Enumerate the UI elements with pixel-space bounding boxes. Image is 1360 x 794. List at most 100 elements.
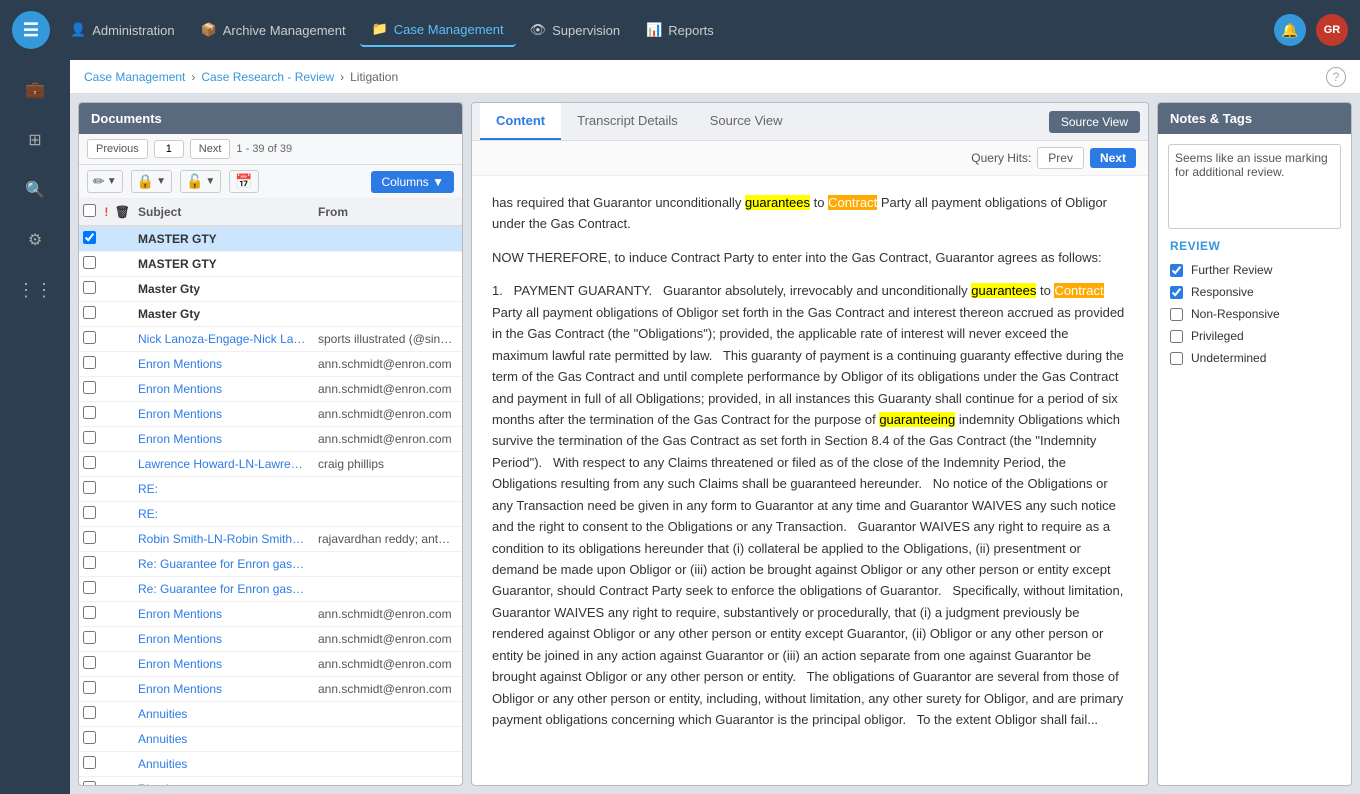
source-view-button[interactable]: Source View [1049, 111, 1140, 133]
page-input[interactable] [154, 140, 184, 158]
table-row[interactable]: Enron Mentions ann.schmidt@enron.com [79, 627, 462, 652]
calendar-icon[interactable]: 📅 [229, 170, 258, 193]
table-row[interactable]: RE: [79, 502, 462, 527]
table-row[interactable]: Annuities [79, 752, 462, 777]
table-row[interactable]: Enron Mentions ann.schmidt@enron.com [79, 377, 462, 402]
tab-transcript[interactable]: Transcript Details [561, 103, 694, 140]
row-checkbox[interactable] [83, 456, 96, 469]
row-checkbox[interactable] [83, 431, 96, 444]
row-checkbox[interactable] [83, 781, 96, 785]
breadcrumb-case-research[interactable]: Case Research - Review [201, 70, 334, 84]
row-checkbox[interactable] [83, 631, 96, 644]
delete-cell [113, 302, 132, 327]
case-icon: 📁 [372, 21, 388, 37]
tab-source[interactable]: Source View [694, 103, 799, 140]
flag-cell [100, 477, 113, 502]
subject-cell: Robin Smith-LN-Robin Smith |... [132, 527, 312, 552]
table-row[interactable]: Enron Mentions ann.schmidt@enron.com [79, 652, 462, 677]
query-hits-label: Query Hits: [971, 151, 1031, 165]
table-row[interactable]: Lawrence Howard-LN-Lawrenc... craig phil… [79, 452, 462, 477]
table-row[interactable]: Re: Guarantee for Enron gas co... [79, 552, 462, 577]
sidebar-icon-search[interactable]: 🔍 [17, 172, 53, 208]
row-checkbox[interactable] [83, 281, 96, 294]
table-row[interactable]: Enron Mentions ann.schmidt@enron.com [79, 427, 462, 452]
table-row[interactable]: Master Gty [79, 302, 462, 327]
next-query-button[interactable]: Next [1090, 148, 1136, 168]
table-row[interactable]: Nick Lanoza-Engage-Nick Lano... sports i… [79, 327, 462, 352]
row-checkbox[interactable] [83, 231, 96, 244]
responsive-checkbox[interactable] [1170, 286, 1183, 299]
page-info: 1 - 39 of 39 [236, 143, 292, 155]
delete-cell [113, 552, 132, 577]
nav-logo[interactable]: ☰ [12, 11, 50, 49]
row-checkbox[interactable] [83, 331, 96, 344]
nav-item-case[interactable]: 📁 Case Management [360, 13, 516, 47]
table-row[interactable]: Annuities [79, 727, 462, 752]
help-icon[interactable]: ? [1326, 67, 1346, 87]
nav-item-administration[interactable]: 👤 Administration [58, 14, 187, 46]
table-row[interactable]: MASTER GTY [79, 226, 462, 252]
row-checkbox[interactable] [83, 356, 96, 369]
row-checkbox[interactable] [83, 606, 96, 619]
notification-bell[interactable]: 🔔 [1274, 14, 1306, 46]
edit-icon[interactable]: ✏ ▼ [87, 170, 123, 193]
delete-cell [113, 527, 132, 552]
prev-button[interactable]: Previous [87, 139, 148, 159]
table-row[interactable]: Enron Mentions ann.schmidt@enron.com [79, 677, 462, 702]
nav-item-reports[interactable]: 📊 Reports [634, 14, 726, 46]
table-row[interactable]: Enron Mentions ann.schmidt@enron.com [79, 352, 462, 377]
user-avatar[interactable]: GR [1316, 14, 1348, 46]
row-checkbox[interactable] [83, 531, 96, 544]
sidebar-icon-grid[interactable]: ⊞ [17, 122, 53, 158]
table-row[interactable]: MASTER GTY [79, 252, 462, 277]
next-button[interactable]: Next [190, 139, 231, 159]
row-checkbox[interactable] [83, 681, 96, 694]
columns-button[interactable]: Columns ▼ [371, 171, 454, 193]
row-checkbox[interactable] [83, 481, 96, 494]
prev-query-button[interactable]: Prev [1037, 147, 1084, 169]
table-row[interactable]: Re: Guarantee for Enron gas co... [79, 577, 462, 602]
notes-panel: Notes & Tags REVIEW Further Review Respo… [1157, 102, 1352, 786]
unlock-icon[interactable]: 🔓 ▼ [180, 170, 221, 193]
table-row[interactable]: Robin Smith-LN-Robin Smith |... rajavard… [79, 527, 462, 552]
select-all-checkbox[interactable] [83, 204, 96, 217]
tab-content[interactable]: Content [480, 103, 561, 140]
nav-item-supervision[interactable]: 👁 Supervision [518, 14, 632, 46]
notes-textarea[interactable] [1168, 144, 1341, 229]
table-row[interactable]: Master Gty [79, 277, 462, 302]
table-row[interactable]: Ring language [79, 777, 462, 786]
row-checkbox[interactable] [83, 731, 96, 744]
row-checkbox[interactable] [83, 706, 96, 719]
sidebar-icon-settings[interactable]: ⚙ [17, 222, 53, 258]
flag-cell [100, 352, 113, 377]
undetermined-checkbox[interactable] [1170, 352, 1183, 365]
row-checkbox[interactable] [83, 381, 96, 394]
non-responsive-checkbox[interactable] [1170, 308, 1183, 321]
flag-cell [100, 252, 113, 277]
table-row[interactable]: Enron Mentions ann.schmidt@enron.com [79, 402, 462, 427]
flag-cell [100, 727, 113, 752]
row-checkbox[interactable] [83, 406, 96, 419]
row-checkbox[interactable] [83, 556, 96, 569]
table-row[interactable]: RE: [79, 477, 462, 502]
sidebar-icon-briefcase[interactable]: 💼 [17, 72, 53, 108]
review-section: REVIEW Further Review Responsive Non-Res… [1158, 239, 1351, 373]
row-checkbox[interactable] [83, 306, 96, 319]
row-checkbox[interactable] [83, 656, 96, 669]
row-checkbox[interactable] [83, 581, 96, 594]
further-review-checkbox[interactable] [1170, 264, 1183, 277]
reports-icon: 📊 [646, 22, 662, 38]
privileged-checkbox[interactable] [1170, 330, 1183, 343]
row-checkbox[interactable] [83, 756, 96, 769]
nav-item-archive[interactable]: 📦 Archive Management [189, 14, 358, 46]
document-content: has required that Guarantor unconditiona… [472, 176, 1148, 785]
table-row[interactable]: Annuities [79, 702, 462, 727]
sidebar-icon-dots[interactable]: ⋮⋮ [17, 272, 53, 308]
row-checkbox[interactable] [83, 256, 96, 269]
subject-cell: Enron Mentions [132, 402, 312, 427]
row-checkbox[interactable] [83, 506, 96, 519]
lock-icon[interactable]: 🔒 ▼ [131, 170, 172, 193]
breadcrumb-case-mgmt[interactable]: Case Management [84, 70, 185, 84]
from-cell: ann.schmidt@enron.com [312, 352, 462, 377]
table-row[interactable]: Enron Mentions ann.schmidt@enron.com [79, 602, 462, 627]
